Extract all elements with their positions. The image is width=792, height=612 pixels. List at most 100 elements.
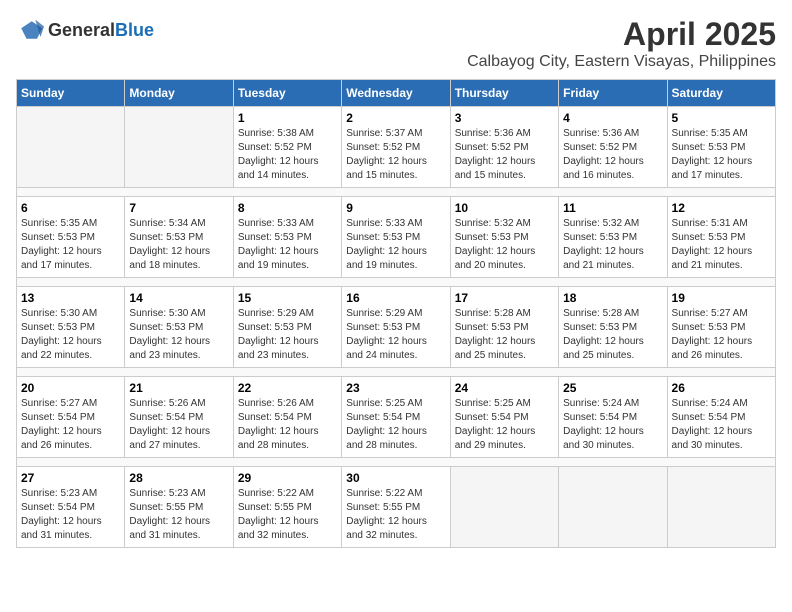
day-info: Sunrise: 5:36 AMSunset: 5:52 PMDaylight:… [455, 127, 554, 183]
day-info: Sunrise: 5:33 AMSunset: 5:53 PMDaylight:… [346, 217, 445, 273]
day-info: Sunrise: 5:36 AMSunset: 5:52 PMDaylight:… [563, 127, 662, 183]
calendar-cell: 18 Sunrise: 5:28 AMSunset: 5:53 PMDayligh… [559, 287, 667, 368]
day-info: Sunrise: 5:24 AMSunset: 5:54 PMDaylight:… [672, 397, 771, 453]
day-info: Sunrise: 5:31 AMSunset: 5:53 PMDaylight:… [672, 217, 771, 273]
day-info: Sunrise: 5:23 AMSunset: 5:54 PMDaylight:… [21, 487, 120, 543]
day-info: Sunrise: 5:28 AMSunset: 5:53 PMDaylight:… [563, 307, 662, 363]
calendar-cell: 28 Sunrise: 5:23 AMSunset: 5:55 PMDayligh… [125, 467, 233, 548]
calendar-cell: 4 Sunrise: 5:36 AMSunset: 5:52 PMDaylight… [559, 107, 667, 188]
week-separator [17, 368, 776, 377]
header: GeneralBlue April 2025 Calbayog City, Ea… [16, 16, 776, 71]
calendar-cell: 29Sunrise: 5:22 AMSunset: 5:55 PMDayligh… [233, 467, 341, 548]
day-info: Sunrise: 5:24 AMSunset: 5:54 PMDaylight:… [563, 397, 662, 453]
calendar-cell: 1Sunrise: 5:38 AMSunset: 5:52 PMDaylight… [233, 107, 341, 188]
calendar-cell: 2Sunrise: 5:37 AMSunset: 5:52 PMDaylight… [342, 107, 450, 188]
calendar-cell: 6 Sunrise: 5:35 AMSunset: 5:53 PMDaylight… [17, 197, 125, 278]
day-number: 25 [563, 381, 662, 395]
calendar-cell: 17 Sunrise: 5:28 AMSunset: 5:53 PMDayligh… [450, 287, 558, 368]
separator-cell [17, 188, 776, 197]
day-info: Sunrise: 5:34 AMSunset: 5:53 PMDaylight:… [129, 217, 228, 273]
day-number: 17 [455, 291, 554, 305]
separator-cell [17, 458, 776, 467]
day-info: Sunrise: 5:29 AMSunset: 5:53 PMDaylight:… [238, 307, 337, 363]
day-info: Sunrise: 5:22 AMSunset: 5:55 PMDaylight:… [346, 487, 445, 543]
day-number: 22 [238, 381, 337, 395]
calendar-header-monday: Monday [125, 80, 233, 107]
day-number: 12 [672, 201, 771, 215]
calendar-cell: 21 Sunrise: 5:26 AMSunset: 5:54 PMDayligh… [125, 377, 233, 458]
calendar-cell: 27 Sunrise: 5:23 AMSunset: 5:54 PMDayligh… [17, 467, 125, 548]
day-number: 24 [455, 381, 554, 395]
calendar-header-thursday: Thursday [450, 80, 558, 107]
day-info: Sunrise: 5:35 AMSunset: 5:53 PMDaylight:… [672, 127, 771, 183]
day-number: 7 [129, 201, 228, 215]
day-number: 21 [129, 381, 228, 395]
day-number: 23 [346, 381, 445, 395]
calendar-cell: 11 Sunrise: 5:32 AMSunset: 5:53 PMDayligh… [559, 197, 667, 278]
day-info: Sunrise: 5:27 AMSunset: 5:53 PMDaylight:… [672, 307, 771, 363]
day-info: Sunrise: 5:32 AMSunset: 5:53 PMDaylight:… [563, 217, 662, 273]
day-number: 9 [346, 201, 445, 215]
separator-cell [17, 368, 776, 377]
day-info: Sunrise: 5:35 AMSunset: 5:53 PMDaylight:… [21, 217, 120, 273]
calendar-header-tuesday: Tuesday [233, 80, 341, 107]
day-info: Sunrise: 5:26 AMSunset: 5:54 PMDaylight:… [129, 397, 228, 453]
day-number: 14 [129, 291, 228, 305]
calendar-week-row: 1Sunrise: 5:38 AMSunset: 5:52 PMDaylight… [17, 107, 776, 188]
day-number: 11 [563, 201, 662, 215]
calendar-cell: 8 Sunrise: 5:33 AMSunset: 5:53 PMDaylight… [233, 197, 341, 278]
day-info: Sunrise: 5:33 AMSunset: 5:53 PMDaylight:… [238, 217, 337, 273]
calendar-cell [559, 467, 667, 548]
day-number: 4 [563, 111, 662, 125]
day-number: 18 [563, 291, 662, 305]
day-number: 10 [455, 201, 554, 215]
day-number: 30 [346, 471, 445, 485]
calendar-cell: 13Sunrise: 5:30 AMSunset: 5:53 PMDayligh… [17, 287, 125, 368]
calendar-table: SundayMondayTuesdayWednesdayThursdayFrid… [16, 79, 776, 548]
logo-general: General [48, 20, 115, 40]
calendar-cell: 25 Sunrise: 5:24 AMSunset: 5:54 PMDayligh… [559, 377, 667, 458]
calendar-cell [125, 107, 233, 188]
calendar-week-row: 13 Sunrise: 5:30 AMSunset: 5:53 PMDayligh… [17, 287, 776, 368]
day-number: 6 [21, 201, 120, 215]
week-separator [17, 188, 776, 197]
logo-icon [16, 16, 44, 44]
calendar-cell: 5 Sunrise: 5:35 AMSunset: 5:53 PMDaylight… [667, 107, 775, 188]
day-info: Sunrise: 5:26 AMSunset: 5:54 PMDaylight:… [238, 397, 337, 453]
calendar-header-friday: Friday [559, 80, 667, 107]
day-number: 26 [672, 381, 771, 395]
day-number: 8 [238, 201, 337, 215]
day-info: Sunrise: 5:22 AMSunset: 5:55 PMDaylight:… [238, 487, 337, 543]
calendar-cell: 26 Sunrise: 5:24 AMSunset: 5:54 PMDayligh… [667, 377, 775, 458]
title-area: April 2025 Calbayog City, Eastern Visaya… [467, 16, 776, 71]
day-number: 27 [21, 471, 120, 485]
day-number: 20 [21, 381, 120, 395]
page-title: April 2025 [467, 16, 776, 53]
calendar-cell [667, 467, 775, 548]
day-number: 5 [672, 111, 771, 125]
day-number: 16 [346, 291, 445, 305]
calendar-week-row: 20 Sunrise: 5:27 AMSunset: 5:54 PMDayligh… [17, 377, 776, 458]
day-number: 3 [455, 111, 554, 125]
calendar-week-row: 27 Sunrise: 5:23 AMSunset: 5:54 PMDayligh… [17, 467, 776, 548]
day-info: Sunrise: 5:30 AMSunset: 5:53 PMDaylight:… [129, 307, 228, 363]
calendar-cell: 9 Sunrise: 5:33 AMSunset: 5:53 PMDaylight… [342, 197, 450, 278]
calendar-cell: 30 Sunrise: 5:22 AMSunset: 5:55 PMDayligh… [342, 467, 450, 548]
calendar-header-saturday: Saturday [667, 80, 775, 107]
page-subtitle: Calbayog City, Eastern Visayas, Philippi… [467, 53, 776, 71]
day-info: Sunrise: 5:27 AMSunset: 5:54 PMDaylight:… [21, 397, 120, 453]
calendar-cell: 16 Sunrise: 5:29 AMSunset: 5:53 PMDayligh… [342, 287, 450, 368]
separator-cell [17, 278, 776, 287]
calendar-cell: 20 Sunrise: 5:27 AMSunset: 5:54 PMDayligh… [17, 377, 125, 458]
day-info: Sunrise: 5:23 AMSunset: 5:55 PMDaylight:… [129, 487, 228, 543]
calendar-cell: 15 Sunrise: 5:29 AMSunset: 5:53 PMDayligh… [233, 287, 341, 368]
day-info: Sunrise: 5:29 AMSunset: 5:53 PMDaylight:… [346, 307, 445, 363]
day-info: Sunrise: 5:28 AMSunset: 5:53 PMDaylight:… [455, 307, 554, 363]
day-number: 15 [238, 291, 337, 305]
day-number: 28 [129, 471, 228, 485]
day-number: 13 [21, 291, 120, 305]
calendar-header-sunday: Sunday [17, 80, 125, 107]
calendar-cell: 3 Sunrise: 5:36 AMSunset: 5:52 PMDaylight… [450, 107, 558, 188]
calendar-cell: 12 Sunrise: 5:31 AMSunset: 5:53 PMDayligh… [667, 197, 775, 278]
day-info: Sunrise: 5:38 AMSunset: 5:52 PMDaylight:… [238, 127, 337, 183]
